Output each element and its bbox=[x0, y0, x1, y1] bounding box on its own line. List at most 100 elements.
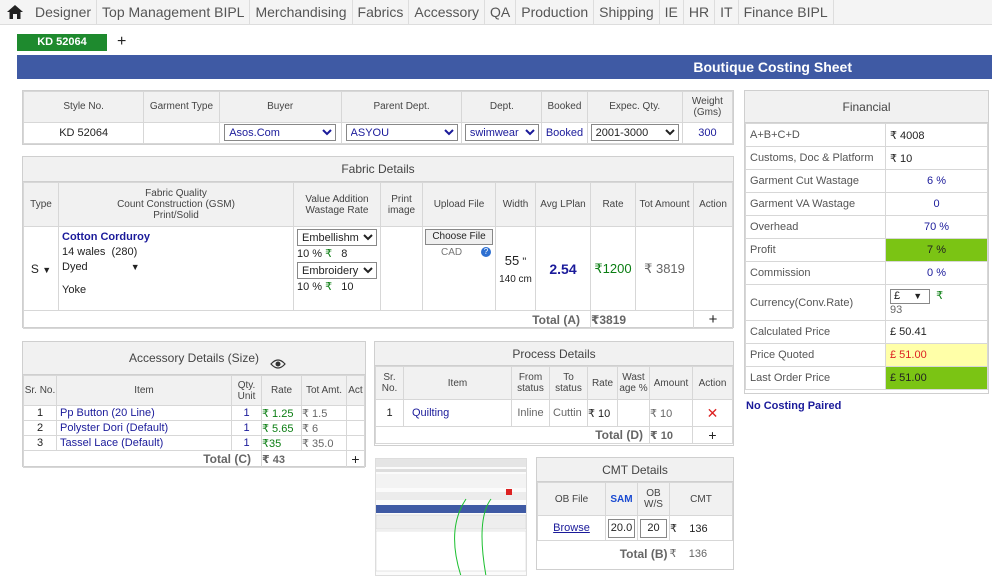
fin-label: Garment VA Wastage bbox=[745, 192, 886, 216]
acc-rate: ₹ 1.25 bbox=[261, 405, 302, 421]
tab-strip: KD 52064 + bbox=[17, 33, 126, 51]
style-panel: Style No. Garment Type Buyer Parent Dept… bbox=[22, 90, 734, 145]
nav-top-management[interactable]: Top Management BIPL bbox=[97, 0, 251, 25]
fin-value-profit[interactable]: 7 % bbox=[885, 238, 988, 262]
proc-amount: ₹ 10 bbox=[649, 399, 693, 427]
cmt-col-ob-ws: OB W/S bbox=[637, 482, 670, 516]
fin-label: Price Quoted bbox=[745, 343, 886, 367]
delete-icon[interactable]: ✕ bbox=[692, 399, 733, 427]
width-cm: 140 cm bbox=[499, 273, 532, 285]
col-width: Width bbox=[495, 182, 536, 227]
nav-fabrics[interactable]: Fabrics bbox=[353, 0, 410, 25]
process-title: Process Details bbox=[375, 342, 733, 366]
home-icon[interactable] bbox=[0, 0, 30, 25]
add-tab-button[interactable]: + bbox=[117, 33, 126, 51]
dept-select[interactable]: swimwear bbox=[464, 124, 539, 142]
table-row: 3 Tassel Lace (Default) 1 ₹35 ₹ 35.0 bbox=[23, 435, 365, 451]
nav-production[interactable]: Production bbox=[516, 0, 595, 25]
print-image-cell[interactable] bbox=[380, 226, 423, 311]
va1-rate[interactable]: 8 bbox=[341, 248, 347, 260]
nav-merchandising[interactable]: Merchandising bbox=[250, 0, 353, 25]
tech-pack-thumbnail[interactable] bbox=[375, 458, 527, 576]
width-value[interactable]: 55 bbox=[505, 253, 519, 268]
fin-value-overhead[interactable]: 70 % bbox=[885, 215, 988, 239]
financial-title: Financial bbox=[745, 91, 988, 123]
cmt-total-label: Total (B) bbox=[619, 546, 668, 561]
fin-value-abcd: ₹ 4008 bbox=[885, 123, 988, 147]
expec-qty-select[interactable]: 2001-3000 bbox=[590, 124, 679, 142]
acc-tot: ₹ 35.0 bbox=[301, 435, 347, 451]
nav-shipping[interactable]: Shipping bbox=[594, 0, 660, 25]
proc-add-button[interactable]: + bbox=[692, 426, 733, 444]
proc-col-amount: Amount bbox=[649, 366, 693, 400]
proc-wastage[interactable] bbox=[617, 399, 650, 427]
acc-qty[interactable]: 1 bbox=[231, 420, 262, 436]
value-addition-select-2[interactable]: Embroidery bbox=[297, 262, 377, 279]
acc-col-qty: Qty. Unit bbox=[231, 375, 262, 406]
acc-item[interactable]: Tassel Lace (Default) bbox=[56, 435, 232, 451]
proc-rate[interactable]: ₹ 10 bbox=[587, 399, 618, 427]
browse-link[interactable]: Browse bbox=[537, 515, 606, 541]
fin-label: Calculated Price bbox=[745, 320, 886, 344]
acc-col-sr: Sr. No. bbox=[23, 375, 57, 406]
nav-designer[interactable]: Designer bbox=[30, 0, 98, 25]
fin-label: Profit bbox=[745, 238, 886, 262]
fin-value-customs[interactable]: ₹ 10 bbox=[885, 146, 988, 170]
nav-accessory[interactable]: Accessory bbox=[409, 0, 485, 25]
eye-icon[interactable] bbox=[270, 350, 286, 383]
proc-col-wastage: Wast age % bbox=[617, 366, 650, 400]
weight-value[interactable]: 300 bbox=[681, 121, 734, 145]
ob-ws-input[interactable]: 20 bbox=[640, 518, 667, 538]
fin-value-va-wastage[interactable]: 0 bbox=[885, 192, 988, 216]
currency-select[interactable]: £ ▼ bbox=[890, 288, 930, 304]
nav-hr[interactable]: HR bbox=[684, 0, 716, 25]
fabric-construction: 14 wales (280) bbox=[62, 246, 138, 258]
proc-total-label: Total (D) bbox=[375, 426, 650, 444]
fabric-total-label: Total (A) bbox=[23, 310, 591, 329]
acc-qty[interactable]: 1 bbox=[231, 435, 262, 451]
fabric-type-select[interactable]: S ▼ bbox=[23, 226, 59, 311]
fin-price-quoted[interactable]: £ 51.00 bbox=[885, 343, 988, 367]
choose-file-button[interactable]: Choose File bbox=[425, 229, 493, 245]
fabric-quality-link[interactable]: Cotton Corduroy bbox=[62, 230, 290, 245]
print-solid-select[interactable]: Dyed ▼ bbox=[62, 260, 290, 275]
acc-item[interactable]: Pp Button (20 Line) bbox=[56, 405, 232, 421]
nav-ie[interactable]: IE bbox=[660, 0, 684, 25]
fin-label: Currency(Conv.Rate) bbox=[745, 284, 886, 321]
proc-col-item: Item bbox=[403, 366, 512, 400]
va1-pct[interactable]: 10 % bbox=[297, 248, 322, 260]
acc-total-value: ₹ 43 bbox=[261, 450, 347, 468]
proc-from: Inline bbox=[511, 399, 550, 427]
nav-finance[interactable]: Finance BIPL bbox=[739, 0, 834, 25]
fin-label: Garment Cut Wastage bbox=[745, 169, 886, 193]
va2-pct[interactable]: 10 % bbox=[297, 281, 322, 293]
cmt-panel: CMT Details OB File SAM OB W/S CMT Brows… bbox=[536, 457, 734, 570]
fin-value-commission[interactable]: 0 % bbox=[885, 261, 988, 285]
cmt-col-sam: SAM bbox=[605, 482, 638, 516]
fabric-add-button[interactable]: + bbox=[693, 310, 733, 329]
col-fabric-quality: Fabric Quality Count Construction (GSM) … bbox=[58, 182, 294, 227]
conv-rate[interactable]: 93 bbox=[890, 304, 983, 317]
sam-input[interactable]: 20.0 bbox=[608, 518, 635, 538]
parent-dept-select[interactable]: ASYOU bbox=[345, 124, 458, 142]
nav-qa[interactable]: QA bbox=[485, 0, 517, 25]
va2-rate[interactable]: 10 bbox=[341, 281, 353, 293]
nav-it[interactable]: IT bbox=[715, 0, 739, 25]
style-no-value: KD 52064 bbox=[22, 121, 145, 145]
fin-label: A+B+C+D bbox=[745, 123, 886, 147]
acc-total-label: Total (C) bbox=[23, 450, 262, 468]
booked-status: Booked bbox=[541, 121, 588, 145]
fin-value-cut-wastage[interactable]: 6 % bbox=[885, 169, 988, 193]
info-icon[interactable]: ? bbox=[481, 247, 491, 257]
value-addition-select-1[interactable]: Embellishm bbox=[297, 229, 377, 246]
accessory-panel: Accessory Details (Size) Sr. No. Item Qt… bbox=[22, 341, 366, 468]
buyer-select[interactable]: Asos.Com bbox=[224, 124, 337, 142]
acc-add-button[interactable]: + bbox=[346, 450, 365, 468]
proc-item[interactable]: Quilting bbox=[403, 399, 512, 427]
col-buyer: Buyer bbox=[218, 91, 342, 123]
acc-item[interactable]: Polyster Dori (Default) bbox=[56, 420, 232, 436]
tab-kd-52064[interactable]: KD 52064 bbox=[17, 33, 107, 51]
acc-qty[interactable]: 1 bbox=[231, 405, 262, 421]
acc-col-tot: Tot Amt. bbox=[301, 375, 347, 406]
col-weight: Weight (Gms) bbox=[681, 91, 734, 123]
